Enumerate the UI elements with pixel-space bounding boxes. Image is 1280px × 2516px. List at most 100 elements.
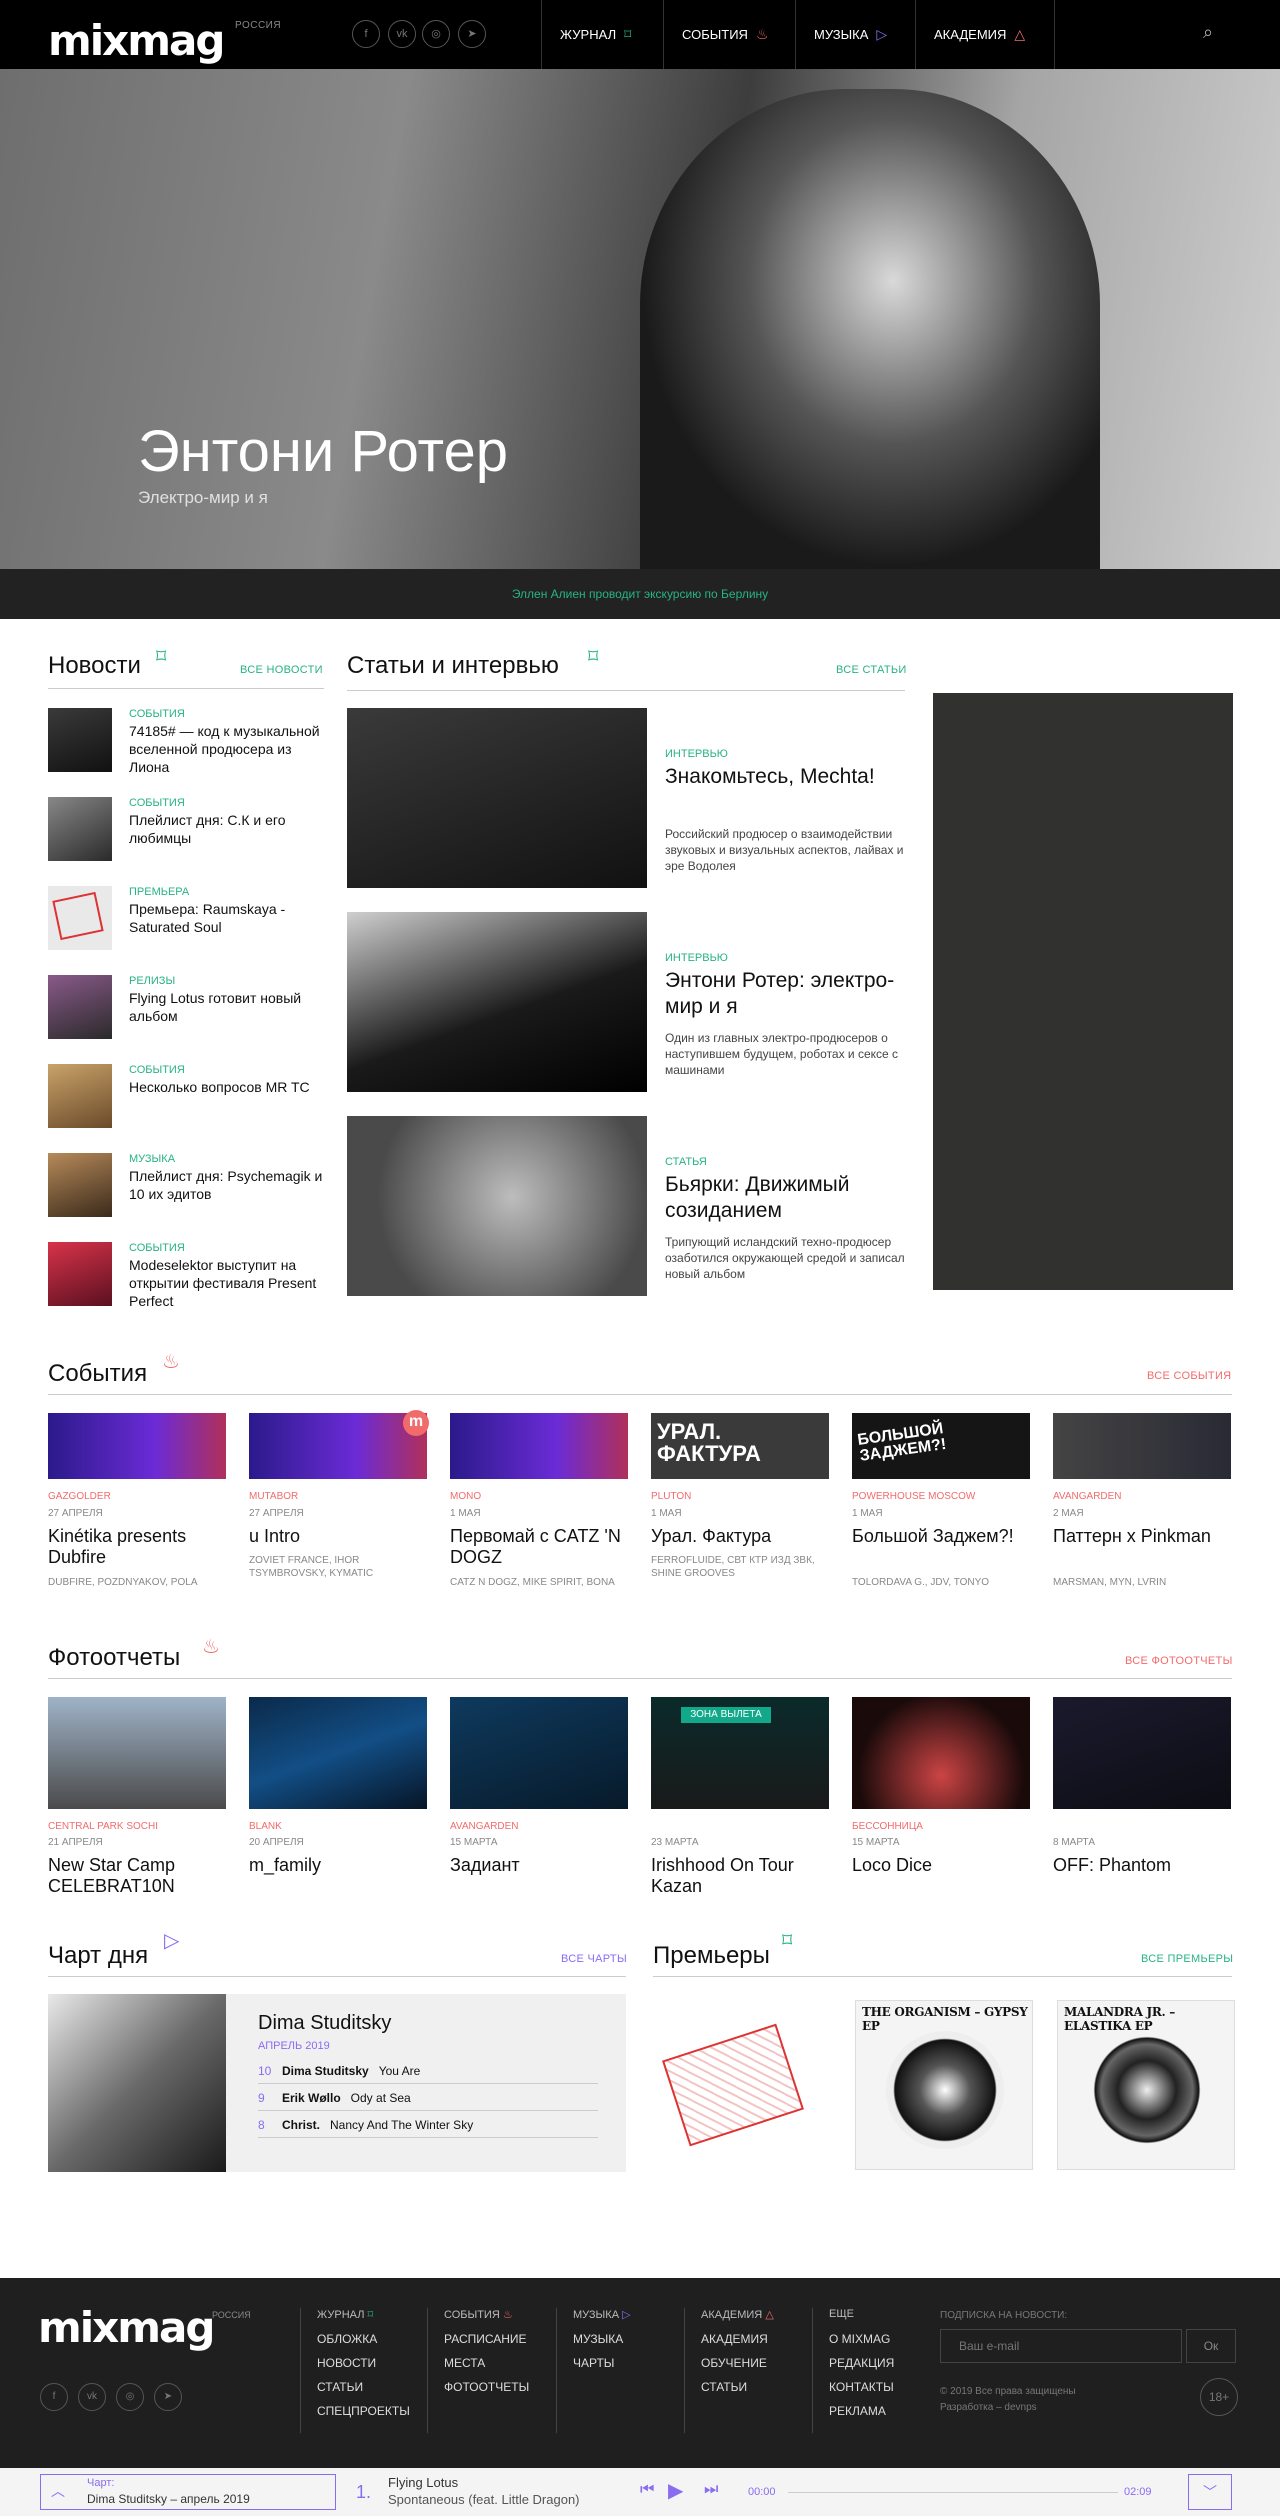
news-item[interactable]: События Несколько вопросов MR TC: [48, 1064, 328, 1134]
news-ticker[interactable]: Эллен Алиен проводит экскурсию по Берлин…: [0, 569, 1280, 619]
footer-link[interactable]: Еще: [829, 2308, 894, 2332]
chart-track-row[interactable]: 9 Erik Wøllo Ody at Sea: [258, 2085, 598, 2111]
premiere-cover[interactable]: [653, 2000, 831, 2170]
photo-report-card[interactable]: 8 марта OFF: Phantom: [1053, 1697, 1231, 1897]
footer-link[interactable]: Редакция: [829, 2356, 894, 2380]
all-premieres-link[interactable]: Все премьеры: [1141, 1953, 1233, 1965]
footer-logo[interactable]: mixmag: [38, 2303, 215, 2352]
chart-month: Апрель 2019: [258, 2040, 330, 2052]
player-chart-selector[interactable]: ︿ Чарт: Dima Studitsky – апрель 2019: [40, 2474, 336, 2510]
progress-bar[interactable]: [788, 2492, 1118, 2493]
event-card[interactable]: Mono 1 мая Первомай с CATZ 'N DOGZ Catz n D…: [450, 1413, 628, 1613]
chevron-down-icon[interactable]: ﹀: [1188, 2474, 1232, 2510]
logo[interactable]: mixmag: [48, 16, 225, 65]
flame-icon: ♨: [202, 1636, 220, 1658]
news-item[interactable]: События 74185# — код к музыкальной вселен…: [48, 708, 328, 778]
footer-link[interactable]: Фотоотчеты: [444, 2380, 529, 2404]
book-icon: ⌑: [367, 2309, 374, 2321]
instagram-icon[interactable]: ◎: [422, 20, 450, 48]
footer-link[interactable]: Контакты: [829, 2380, 894, 2404]
next-icon[interactable]: ⏭: [704, 2481, 718, 2499]
vk-icon[interactable]: vk: [388, 20, 416, 48]
previous-icon[interactable]: ⏮: [640, 2481, 654, 2499]
footer-link[interactable]: Музыка ▷: [573, 2308, 631, 2332]
search-icon[interactable]: ⌕: [1203, 22, 1225, 44]
footer-link[interactable]: О Mixmag: [829, 2332, 894, 2356]
footer-col-journal: Журнал ⌑ Обложка Новости Статьи Спецпрое…: [300, 2308, 410, 2433]
premiere-cover[interactable]: THE ORGANISM – GYPSY EP: [855, 2000, 1033, 2170]
nav-events[interactable]: События ♨: [663, 0, 795, 69]
footer-link[interactable]: Статьи: [701, 2380, 774, 2404]
event-card[interactable]: Avangarden 2 мая Паттерн x Pinkman Marsman,…: [1053, 1413, 1231, 1613]
photo-report-card[interactable]: Бессонница 15 марта Loco Dice: [852, 1697, 1030, 1897]
event-card[interactable]: УРАЛ. ФАКТУРА Pluton 1 мая Урал. Фактура Fer…: [651, 1413, 829, 1613]
chart-track-row[interactable]: 10 Dima Studitsky You Are: [258, 2058, 598, 2084]
footer-link[interactable]: Академия: [701, 2332, 774, 2356]
track-artist: Flying Lotus: [388, 2475, 459, 2490]
news-item[interactable]: События Modeselektor выступит на открытии…: [48, 1242, 328, 1312]
event-card[interactable]: Mutabor 27 апреля u Intro Zoviet France, Ih…: [249, 1413, 427, 1613]
footer-link[interactable]: Статьи: [317, 2380, 410, 2404]
photo-report-card[interactable]: Blank 20 апреля m_family: [249, 1697, 427, 1897]
footer-col-music: Музыка ▷ Музыка Чарты: [556, 2308, 631, 2433]
nav-journal[interactable]: Журнал ⌑: [541, 0, 663, 69]
nav-academy[interactable]: Академия △: [915, 0, 1055, 69]
triangle-icon: △: [1014, 26, 1026, 42]
footer-link[interactable]: Чарты: [573, 2356, 631, 2380]
divider: [653, 1976, 1232, 1977]
footer-link[interactable]: Обучение: [701, 2356, 774, 2380]
footer-link[interactable]: Журнал ⌑: [317, 2308, 410, 2332]
news-item[interactable]: События Плейлист дня: С.К и его любимцы: [48, 797, 328, 867]
footer-link[interactable]: Реклама: [829, 2404, 894, 2428]
footer-link[interactable]: Спецпроекты: [317, 2404, 410, 2428]
event-card[interactable]: Gazgolder 27 апреля Kinétika presents Dubf…: [48, 1413, 226, 1613]
photo-thumbnail: [450, 1697, 628, 1809]
vk-icon[interactable]: vk: [78, 2383, 106, 2411]
facebook-icon[interactable]: f: [352, 20, 380, 48]
article-image: [347, 912, 647, 1092]
all-news-link[interactable]: Все новости: [240, 664, 323, 676]
news-item[interactable]: Премьера Премьера: Raumskaya - Saturated …: [48, 886, 328, 956]
photo-report-card[interactable]: ЗОНА ВЫЛЕТА 23 марта Irishhood On Tour Kaz…: [651, 1697, 829, 1897]
footer-link[interactable]: Места: [444, 2356, 529, 2380]
event-card[interactable]: БОЛЬШОЙ ЗАДЖЕМ?! Powerhouse Moscow 1 мая Бо…: [852, 1413, 1030, 1613]
chart-track-row[interactable]: 8 Christ. Nancy And The Winter Sky: [258, 2112, 598, 2138]
events-section-title: События: [48, 1360, 148, 1387]
all-events-link[interactable]: Все события: [1147, 1370, 1231, 1382]
play-icon: ▷: [876, 26, 888, 42]
telegram-icon[interactable]: ➤: [458, 20, 486, 48]
email-field[interactable]: [940, 2329, 1182, 2363]
footer-link[interactable]: Музыка: [573, 2332, 631, 2356]
all-photos-link[interactable]: Все фотоотчеты: [1125, 1655, 1233, 1667]
photo-report-card[interactable]: Central Park Sochi 21 апреля New Star Camp…: [48, 1697, 226, 1897]
articles-section-title: Статьи и интервью: [347, 652, 559, 679]
news-item[interactable]: Релизы Flying Lotus готовит новый альбом: [48, 975, 328, 1045]
article-card[interactable]: Статья Бьярки: Движимый созиданием Трипующ…: [347, 1116, 907, 1296]
telegram-icon[interactable]: ➤: [154, 2383, 182, 2411]
chevron-up-icon[interactable]: ︿: [51, 2481, 65, 2501]
chart-of-day-card[interactable]: Dima Studitsky Апрель 2019 10 Dima Studit…: [48, 1994, 626, 2172]
chart-artist: Dima Studitsky: [258, 2012, 392, 2034]
hero-portrait: [640, 89, 1100, 569]
instagram-icon[interactable]: ◎: [116, 2383, 144, 2411]
footer-link[interactable]: Академия △: [701, 2308, 774, 2332]
nav-music[interactable]: Музыка ▷: [795, 0, 915, 69]
photo-report-card[interactable]: Avangarden 15 марта Задиант: [450, 1697, 628, 1897]
ad-banner[interactable]: [933, 693, 1233, 1290]
all-charts-link[interactable]: Все чарты: [561, 1953, 627, 1965]
footer-link[interactable]: Обложка: [317, 2332, 410, 2356]
hero-title[interactable]: Энтони Ротер: [138, 418, 508, 485]
all-articles-link[interactable]: Все статьи: [836, 664, 907, 676]
article-card[interactable]: Интервью Энтони Ротер: электро-мир и я Оди…: [347, 912, 907, 1092]
play-button[interactable]: ▶: [668, 2478, 683, 2503]
subscribe-button[interactable]: Ок: [1186, 2329, 1236, 2363]
facebook-icon[interactable]: f: [40, 2383, 68, 2411]
footer-link[interactable]: Новости: [317, 2356, 410, 2380]
footer-link[interactable]: Расписание: [444, 2332, 529, 2356]
book-icon: ⌑: [156, 646, 167, 668]
news-item[interactable]: Музыка Плейлист дня: Psychemagik и 10 их …: [48, 1153, 328, 1223]
premiere-cover[interactable]: MALANDRA JR. – ELASTIKA EP: [1057, 2000, 1235, 2170]
footer-link[interactable]: События ♨: [444, 2308, 529, 2332]
article-card[interactable]: Интервью Знакомьтесь, Mechta! Российский п…: [347, 708, 907, 888]
article-image: [347, 708, 647, 888]
